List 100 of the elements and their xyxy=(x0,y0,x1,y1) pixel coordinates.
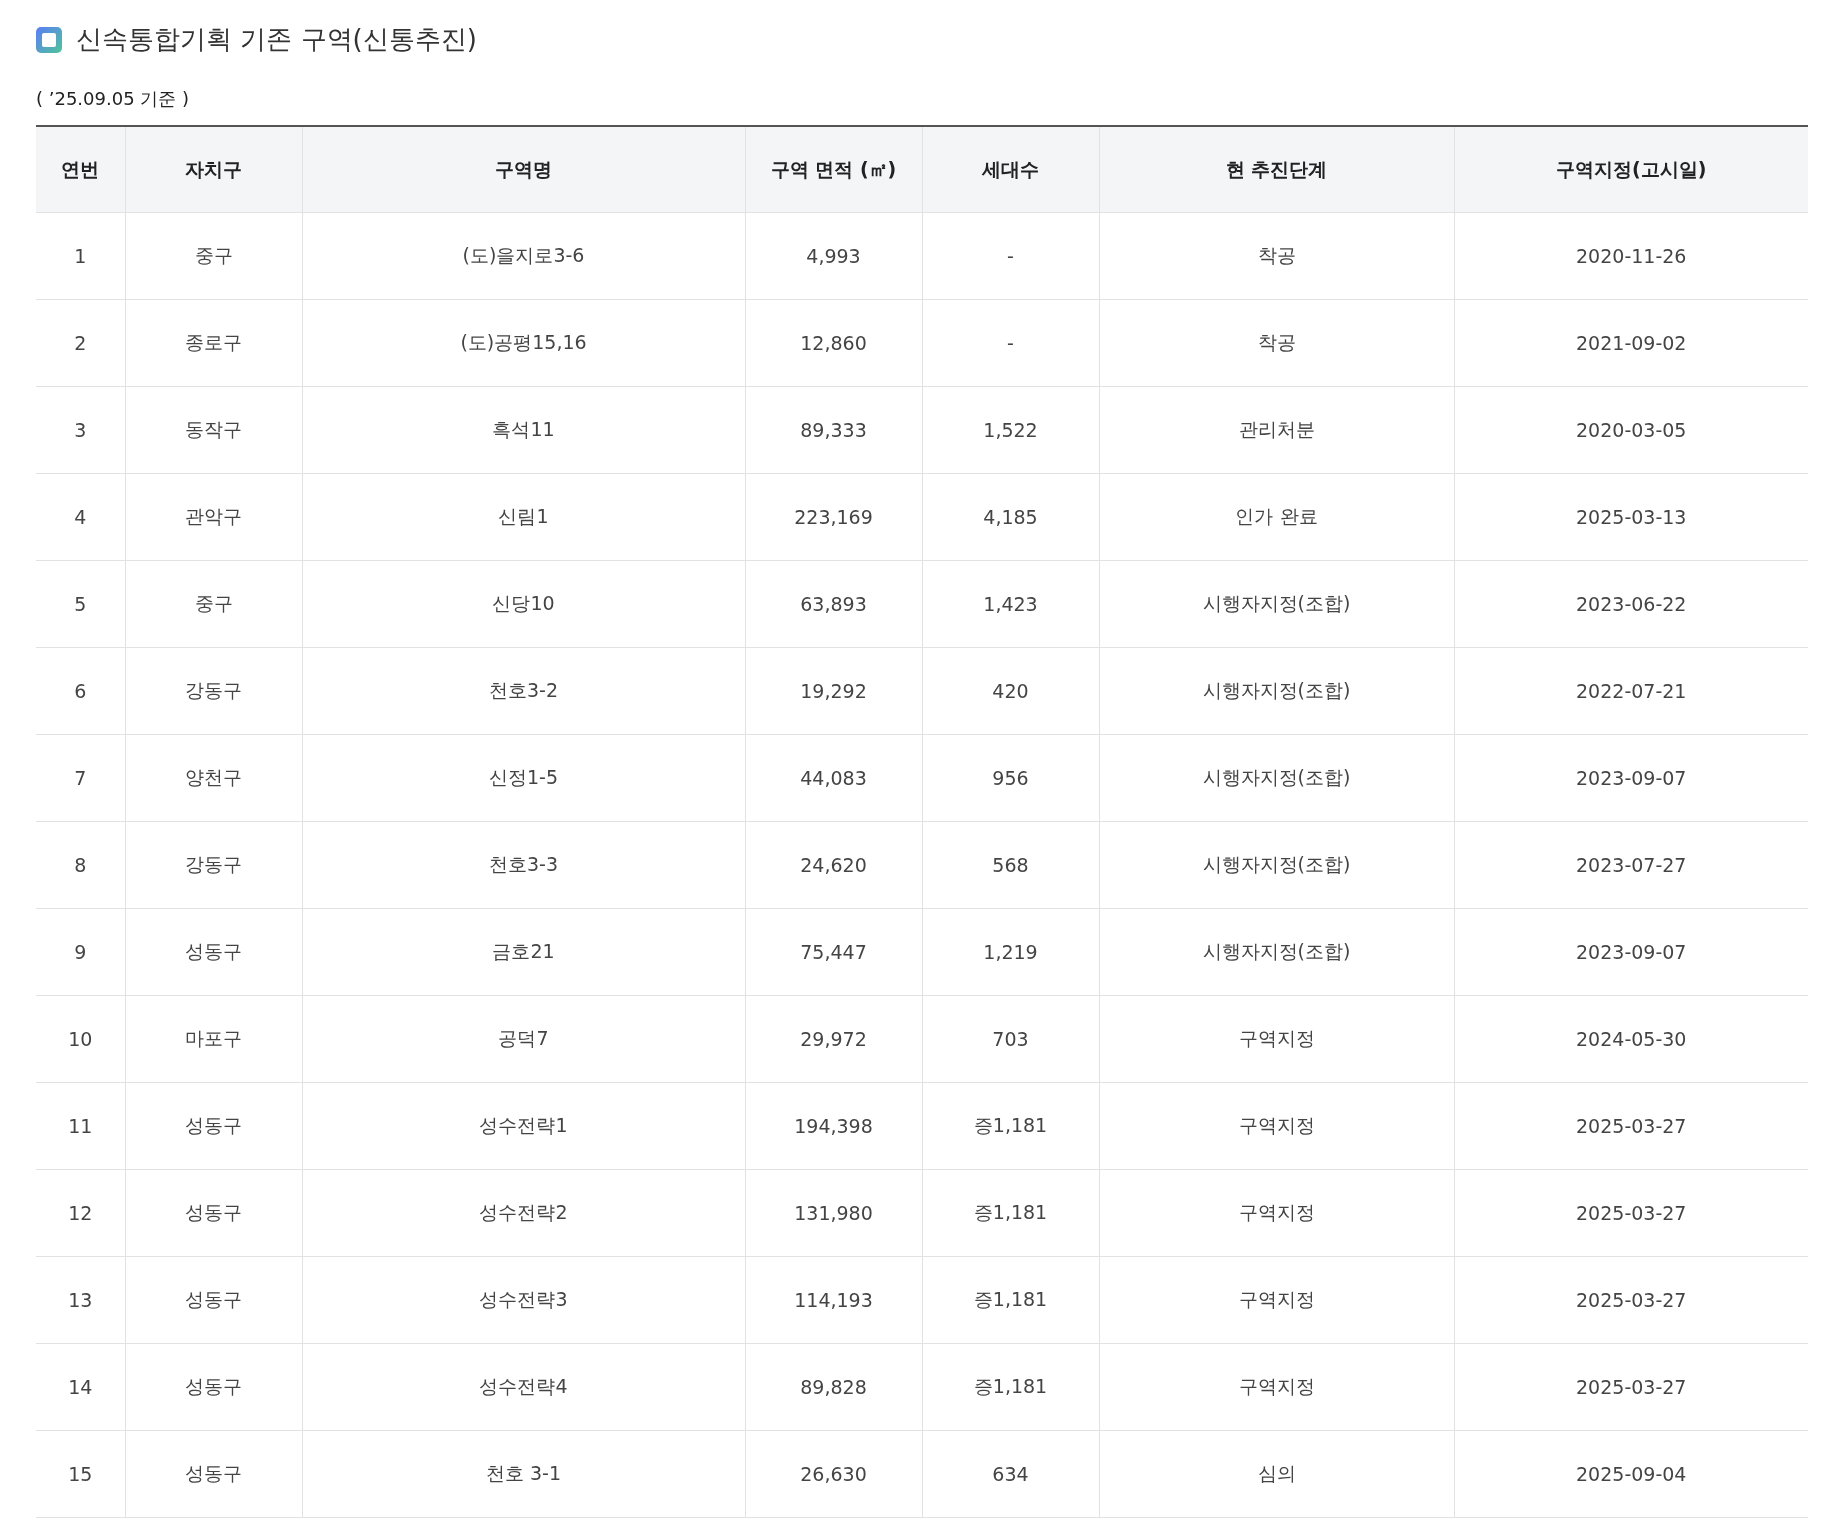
table-cell: 공덕7 xyxy=(302,995,745,1083)
table-cell: 2023-09-07 xyxy=(1454,734,1808,822)
column-header: 구역지정(고시일) xyxy=(1454,126,1808,213)
table-cell: 2023-07-27 xyxy=(1454,821,1808,909)
table-cell: 성수전략1 xyxy=(302,1082,745,1170)
table-cell: 2023-06-22 xyxy=(1454,560,1808,648)
table-cell: 634 xyxy=(922,1430,1099,1518)
table-cell: 강동구 xyxy=(125,647,302,735)
table-cell: 13 xyxy=(36,1256,125,1344)
table-cell: 금호21 xyxy=(302,908,745,996)
table-cell: 성동구 xyxy=(125,1169,302,1257)
table-cell: 194,398 xyxy=(745,1082,922,1170)
table-cell: 26,630 xyxy=(745,1430,922,1518)
table-cell: 흑석11 xyxy=(302,386,745,474)
table-cell: 12,860 xyxy=(745,299,922,387)
table-cell: 2024-05-30 xyxy=(1454,995,1808,1083)
table-cell: 성수전략2 xyxy=(302,1169,745,1257)
table-cell: 114,193 xyxy=(745,1256,922,1344)
table-cell: 시행자지정(조합) xyxy=(1099,647,1454,735)
table-cell: 증1,181 xyxy=(922,1343,1099,1431)
table-cell: 성동구 xyxy=(125,908,302,996)
table-cell: 동작구 xyxy=(125,386,302,474)
table-cell: 11 xyxy=(36,1082,125,1170)
table-cell: 4,993 xyxy=(745,212,922,300)
table-cell: 관악구 xyxy=(125,473,302,561)
table-cell: 1,423 xyxy=(922,560,1099,648)
reference-date: ( ’25.09.05 기준 ) xyxy=(36,87,191,111)
table-cell: 천호3-3 xyxy=(302,821,745,909)
table-cell: 2021-09-02 xyxy=(1454,299,1808,387)
table-cell: 구역지정 xyxy=(1099,1343,1454,1431)
table-cell: 44,083 xyxy=(745,734,922,822)
table-cell: 2023-09-07 xyxy=(1454,908,1808,996)
table-cell: 4 xyxy=(36,473,125,561)
column-header: 현 추진단계 xyxy=(1099,126,1454,213)
column-header: 세대수 xyxy=(922,126,1099,213)
table-cell: 2020-11-26 xyxy=(1454,212,1808,300)
table-cell: 15 xyxy=(36,1430,125,1518)
table-cell: 7 xyxy=(36,734,125,822)
table-cell: 223,169 xyxy=(745,473,922,561)
table-cell: 구역지정 xyxy=(1099,995,1454,1083)
table-cell: 12 xyxy=(36,1169,125,1257)
table-cell: 131,980 xyxy=(745,1169,922,1257)
table-cell: 5 xyxy=(36,560,125,648)
table-cell: 2020-03-05 xyxy=(1454,386,1808,474)
square-icon xyxy=(36,26,62,53)
table-cell: 2 xyxy=(36,299,125,387)
table-cell: 3 xyxy=(36,386,125,474)
table-cell: 양천구 xyxy=(125,734,302,822)
table-cell: 568 xyxy=(922,821,1099,909)
table-cell: 14 xyxy=(36,1343,125,1431)
table-cell: 75,447 xyxy=(745,908,922,996)
table-cell: 2025-03-27 xyxy=(1454,1343,1808,1431)
table-cell: 24,620 xyxy=(745,821,922,909)
table-cell: 종로구 xyxy=(125,299,302,387)
table-cell: 신림1 xyxy=(302,473,745,561)
column-header: 연번 xyxy=(36,126,125,213)
table-cell: 구역지정 xyxy=(1099,1256,1454,1344)
table-cell: 1 xyxy=(36,212,125,300)
table-cell: 시행자지정(조합) xyxy=(1099,908,1454,996)
table-cell: 성수전략3 xyxy=(302,1256,745,1344)
table-cell: 천호3-2 xyxy=(302,647,745,735)
table-cell: 신당10 xyxy=(302,560,745,648)
table-cell: 증1,181 xyxy=(922,1082,1099,1170)
table-cell: 956 xyxy=(922,734,1099,822)
table-cell: 703 xyxy=(922,995,1099,1083)
table-cell: 구역지정 xyxy=(1099,1169,1454,1257)
table-cell: 구역지정 xyxy=(1099,1082,1454,1170)
table-cell: 2025-09-04 xyxy=(1454,1430,1808,1518)
table-cell: 2025-03-27 xyxy=(1454,1256,1808,1344)
column-header: 자치구 xyxy=(125,126,302,213)
table-cell: 1,219 xyxy=(922,908,1099,996)
table-cell: 성동구 xyxy=(125,1430,302,1518)
table-cell: 천호 3-1 xyxy=(302,1430,745,1518)
table-cell: 인가 완료 xyxy=(1099,473,1454,561)
table-cell: 2025-03-27 xyxy=(1454,1082,1808,1170)
table-cell: 6 xyxy=(36,647,125,735)
table-cell: 9 xyxy=(36,908,125,996)
table-cell: 마포구 xyxy=(125,995,302,1083)
table-cell: 89,333 xyxy=(745,386,922,474)
table-cell: 중구 xyxy=(125,560,302,648)
table-cell: 시행자지정(조합) xyxy=(1099,560,1454,648)
table-cell: - xyxy=(922,212,1099,300)
table-cell: 2025-03-27 xyxy=(1454,1169,1808,1257)
table-cell: 착공 xyxy=(1099,299,1454,387)
table-cell: 29,972 xyxy=(745,995,922,1083)
table-cell: 89,828 xyxy=(745,1343,922,1431)
table-cell: 증1,181 xyxy=(922,1169,1099,1257)
table-cell: 19,292 xyxy=(745,647,922,735)
table-cell: 성동구 xyxy=(125,1256,302,1344)
table-cell: 4,185 xyxy=(922,473,1099,561)
table-cell: 8 xyxy=(36,821,125,909)
table-cell: 증1,181 xyxy=(922,1256,1099,1344)
table-cell: 시행자지정(조합) xyxy=(1099,821,1454,909)
table-cell: 2025-03-13 xyxy=(1454,473,1808,561)
column-header: 구역명 xyxy=(302,126,745,213)
table-cell: (도)을지로3-6 xyxy=(302,212,745,300)
table-cell: 420 xyxy=(922,647,1099,735)
table-cell: 착공 xyxy=(1099,212,1454,300)
column-header: 구역 면적 (㎡) xyxy=(745,126,922,213)
table-cell: 성동구 xyxy=(125,1082,302,1170)
